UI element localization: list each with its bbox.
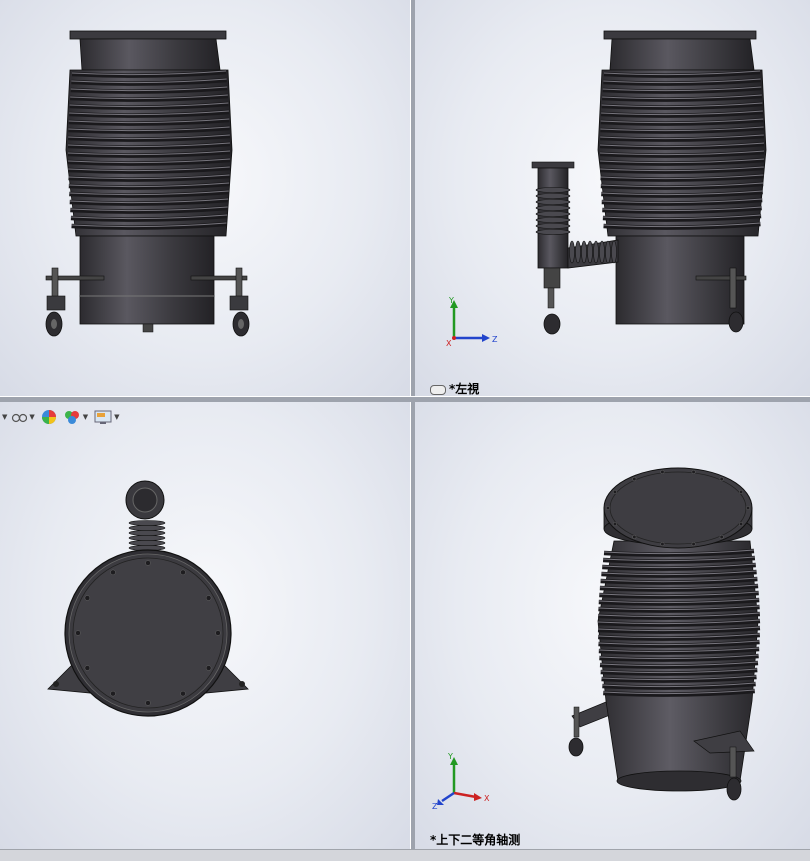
viewport-isometric[interactable]: Y X Z *上下二等角轴测 [414,401,810,849]
bellows-ring [605,240,611,264]
bolt-hole [719,477,724,482]
bolt-hole [612,522,617,527]
link-view-icon[interactable] [430,384,446,395]
triad-x-label: X [484,794,490,803]
viewport-top[interactable]: ▼ ▼ ▼ ▼ [0,401,410,849]
bolt-hole [660,469,665,474]
bolt-hole [205,665,212,671]
bolt-hole [110,569,116,576]
viewport-splitter-horizontal[interactable] [0,396,810,402]
bellows-ring [535,229,571,235]
bolt-hole [745,505,751,511]
bolt-hole [145,700,151,706]
viewport-splitter-vertical[interactable] [410,0,415,849]
bolt-hole [605,505,611,511]
bellows-ring [593,240,599,264]
status-bar [0,849,810,861]
bolt-hole [84,665,91,671]
bellows-ring [587,240,593,264]
bolt-hole [660,542,665,547]
bellows-ring [581,240,587,264]
bolt-hole [719,534,724,539]
top-view-model [47,480,249,717]
bellows-ring [569,240,575,264]
triad-y-label: Y [447,752,453,761]
viewport-left[interactable]: Y Z X *左視 [414,0,810,396]
bellows-ring [535,199,571,205]
bolt-hole [612,489,617,494]
bellows-ring [535,187,571,193]
triad-z-label: Z [432,802,438,811]
front-view-model [45,30,250,337]
bellows-ring [128,540,166,546]
bellows-ring [575,240,581,264]
bellows-ring [128,520,166,526]
bolt-hole [180,690,186,697]
bolt-hole [84,595,91,601]
bellows-ring [535,193,571,199]
view-label-left: *左視 [430,380,479,396]
bolt-hole [215,630,221,636]
bellows-ring [535,205,571,211]
view-label-iso: *上下二等角轴测 [430,833,521,847]
bellows-ring [128,530,166,536]
triad-x-label: X [446,339,452,348]
bellows-ring [128,535,166,541]
bellows-ring [535,211,571,217]
bolt-hole [632,477,637,482]
bolt-hole [632,534,637,539]
triad-z-label: Z [492,335,498,344]
axis-triad-iso: Y X Z [432,752,490,811]
bolt-hole [145,560,151,566]
bolt-hole [110,690,116,697]
axis-triad-left: Y Z X [446,296,498,348]
bellows-ring [128,525,166,531]
bolt-hole [180,569,186,576]
bellows-ring [535,223,571,229]
bolt-hole [691,469,696,474]
bellows-ring [611,240,617,264]
bolt-hole [75,630,81,636]
graphics-area[interactable]: Y Z X *左視 ▼ ▼ ▼ ▼ Y X Z *上下二等角轴测 [0,0,810,861]
triad-y-label: Y [448,296,454,305]
bolt-hole [205,595,212,601]
bellows-ring [599,240,605,264]
bolt-hole [739,489,744,494]
pipe-bellows [128,520,166,551]
bolt-hole [739,522,744,527]
viewport-front[interactable] [0,0,410,396]
bellows-ring [535,217,571,223]
bolt-hole [691,542,696,547]
